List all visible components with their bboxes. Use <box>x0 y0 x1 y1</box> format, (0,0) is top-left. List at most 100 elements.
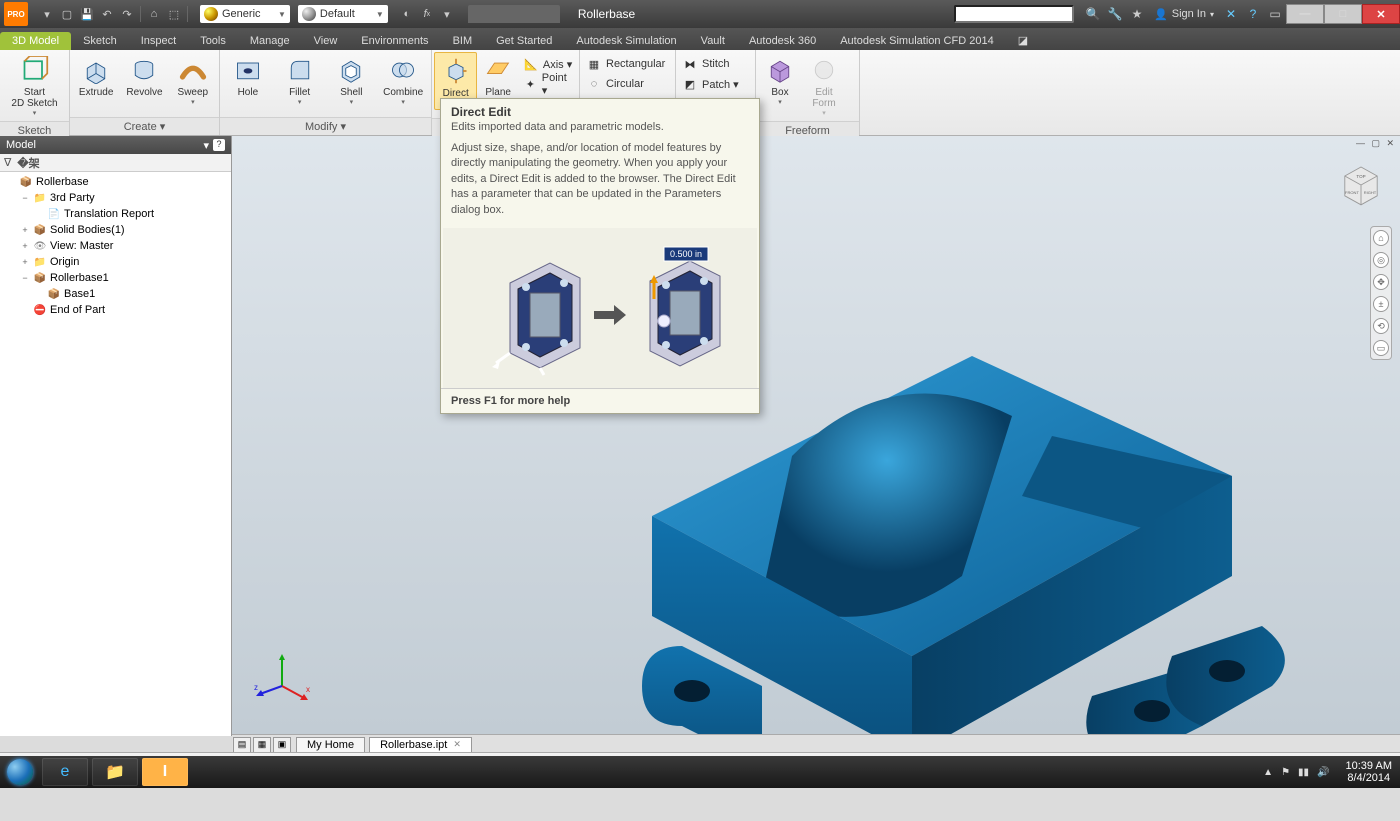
start-2d-sketch-button[interactable]: Start 2D Sketch▾ <box>2 52 67 119</box>
thumbnail-icon[interactable]: ▭ <box>1266 5 1284 23</box>
ribbon-tab-tools[interactable]: Tools <box>188 32 238 50</box>
doctab-view3-icon[interactable]: ▣ <box>273 737 291 753</box>
shell-button[interactable]: Shell▾ <box>326 52 378 108</box>
help-icon[interactable]: ? <box>1244 5 1262 23</box>
ribbon-tab-sketch[interactable]: Sketch <box>71 32 129 50</box>
model-browser: Model ▾? ∇ �架 📦Rollerbase−📁3rd Party📄Tra… <box>0 136 232 736</box>
browser-header[interactable]: Model ▾? <box>0 136 231 154</box>
tree-node[interactable]: ⛔End of Part <box>2 302 229 318</box>
ribbon-tab-vault[interactable]: Vault <box>689 32 737 50</box>
search-icon[interactable]: 🔍 <box>1084 5 1102 23</box>
nav-pan-icon[interactable]: ✥ <box>1373 274 1389 290</box>
hole-button[interactable]: Hole <box>222 52 274 100</box>
ribbon-tab-inspect[interactable]: Inspect <box>129 32 188 50</box>
tree-node[interactable]: +📁Origin <box>2 254 229 270</box>
app-icon[interactable]: PRO <box>4 2 28 26</box>
tree-node[interactable]: 📦Rollerbase <box>2 174 229 190</box>
ribbon-tab-view[interactable]: View <box>302 32 350 50</box>
combine-button[interactable]: Combine▾ <box>377 52 429 108</box>
rectangular-pattern-button[interactable]: ▦Rectangular <box>582 54 669 74</box>
tree-node[interactable]: −📦Rollerbase1 <box>2 270 229 286</box>
tab-my-home[interactable]: My Home <box>296 737 365 753</box>
ribbon-tab-manage[interactable]: Manage <box>238 32 302 50</box>
axis-triad: z x <box>252 646 312 706</box>
viewport-window-controls[interactable]: — ▢ ✕ <box>1356 138 1396 149</box>
model-tree[interactable]: 📦Rollerbase−📁3rd Party📄Translation Repor… <box>0 172 231 736</box>
close-tab-icon[interactable]: ✕ <box>453 739 461 750</box>
tray-up-icon[interactable]: ▲ <box>1263 767 1273 778</box>
extrude-button[interactable]: Extrude <box>72 52 120 100</box>
view-cube[interactable]: TOP FRONT RIGHT <box>1334 158 1388 212</box>
nav-zoom-icon[interactable]: ± <box>1373 296 1389 312</box>
edit-form-button[interactable]: Edit Form▾ <box>802 52 846 119</box>
signin-link[interactable]: 👤Sign In▾ <box>1154 8 1214 21</box>
svg-text:TOP: TOP <box>1356 174 1365 179</box>
nav-home-icon[interactable]: ⌂ <box>1373 230 1389 246</box>
ribbon-tab-autodesk-simulation-cfd-2014[interactable]: Autodesk Simulation CFD 2014 <box>828 32 1005 50</box>
qat-home-icon[interactable]: ⌂ <box>145 5 163 23</box>
revolve-button[interactable]: Revolve <box>120 52 168 100</box>
ribbon-context-icon[interactable]: ◪ <box>1006 31 1040 50</box>
ribbon-tab-autodesk-simulation[interactable]: Autodesk Simulation <box>564 32 688 50</box>
point-button[interactable]: ✦Point ▾ <box>519 74 577 94</box>
browser-toolbar: ∇ �架 <box>0 154 231 172</box>
close-button[interactable]: ✕ <box>1362 4 1400 24</box>
ribbon-tab-bim[interactable]: BIM <box>441 32 485 50</box>
filter-icon[interactable]: ∇ <box>4 156 11 169</box>
tooltip-body: Adjust size, shape, and/or location of m… <box>441 141 759 228</box>
tray-flag-icon[interactable]: ⚑ <box>1281 767 1290 778</box>
qat-appearance-override-icon[interactable]: ◐ <box>398 5 416 23</box>
tree-node[interactable]: +📦Solid Bodies(1) <box>2 222 229 238</box>
qat-more-icon[interactable]: ▾ <box>438 5 456 23</box>
box-button[interactable]: Box▾ <box>758 52 802 108</box>
fillet-button[interactable]: Fillet▾ <box>274 52 326 108</box>
circular-pattern-button[interactable]: ◌Circular <box>582 74 669 94</box>
qat-select-icon[interactable]: ⬚ <box>165 5 183 23</box>
document-header-tab[interactable] <box>468 5 560 23</box>
sweep-button[interactable]: Sweep▾ <box>169 52 217 108</box>
tray-network-icon[interactable]: ▮▮ <box>1298 767 1309 778</box>
task-inventor-icon[interactable]: I <box>142 758 188 786</box>
browser-help-icon[interactable]: ? <box>213 139 225 151</box>
taskbar-clock[interactable]: 10:39 AM8/4/2014 <box>1338 760 1400 784</box>
qat-new-icon[interactable]: ▾ <box>38 5 56 23</box>
ribbon-tab-get-started[interactable]: Get Started <box>484 32 564 50</box>
find-icon[interactable]: �架 <box>17 155 39 171</box>
doctab-view2-icon[interactable]: ▦ <box>253 737 271 753</box>
task-ie-icon[interactable]: e <box>42 758 88 786</box>
tree-node[interactable]: 📦Base1 <box>2 286 229 302</box>
ribbon-tab-autodesk-360[interactable]: Autodesk 360 <box>737 32 828 50</box>
ribbon-tab-3d-model[interactable]: 3D Model <box>0 32 71 50</box>
tree-node[interactable]: −📁3rd Party <box>2 190 229 206</box>
tooltip-illustration: 0.500 in <box>443 228 757 388</box>
start-button[interactable] <box>0 756 40 788</box>
viewport[interactable]: — ▢ ✕ TOP FRONT RIGHT ⌂ ◎ ✥ ± ⟲ ▭ <box>232 136 1400 736</box>
qat-undo-icon[interactable]: ↶ <box>98 5 116 23</box>
qat-save-icon[interactable]: 💾 <box>78 5 96 23</box>
nav-fullnav-icon[interactable]: ◎ <box>1373 252 1389 268</box>
ribbon-tab-environments[interactable]: Environments <box>349 32 440 50</box>
key-icon[interactable]: 🔧 <box>1106 5 1124 23</box>
qat-params-icon[interactable]: fx <box>418 5 436 23</box>
doctab-view1-icon[interactable]: ▤ <box>233 737 251 753</box>
system-tray[interactable]: ▲ ⚑ ▮▮ 🔊 <box>1255 767 1337 778</box>
qat-open-icon[interactable]: ▢ <box>58 5 76 23</box>
appearance-dropdown[interactable]: Default ▼ <box>298 5 388 23</box>
tree-node[interactable]: 📄Translation Report <box>2 206 229 222</box>
task-explorer-icon[interactable]: 📁 <box>92 758 138 786</box>
favorite-icon[interactable]: ★ <box>1128 5 1146 23</box>
material-dropdown[interactable]: Generic ▼ <box>200 5 290 23</box>
tree-node[interactable]: +👁View: Master <box>2 238 229 254</box>
tab-rollerbase[interactable]: Rollerbase.ipt✕ <box>369 737 472 753</box>
stitch-button[interactable]: ⧓Stitch <box>678 54 743 74</box>
exchange-icon[interactable]: ✕ <box>1222 5 1240 23</box>
nav-lookat-icon[interactable]: ▭ <box>1373 340 1389 356</box>
nav-orbit-icon[interactable]: ⟲ <box>1373 318 1389 334</box>
patch-button[interactable]: ◩Patch ▾ <box>678 74 743 94</box>
browser-dropdown-icon[interactable]: ▾ <box>203 139 209 152</box>
tray-volume-icon[interactable]: 🔊 <box>1317 767 1329 778</box>
help-search-input[interactable] <box>954 5 1074 23</box>
qat-redo-icon[interactable]: ↷ <box>118 5 136 23</box>
maximize-button[interactable]: □ <box>1324 4 1362 24</box>
minimize-button[interactable]: — <box>1286 4 1324 24</box>
